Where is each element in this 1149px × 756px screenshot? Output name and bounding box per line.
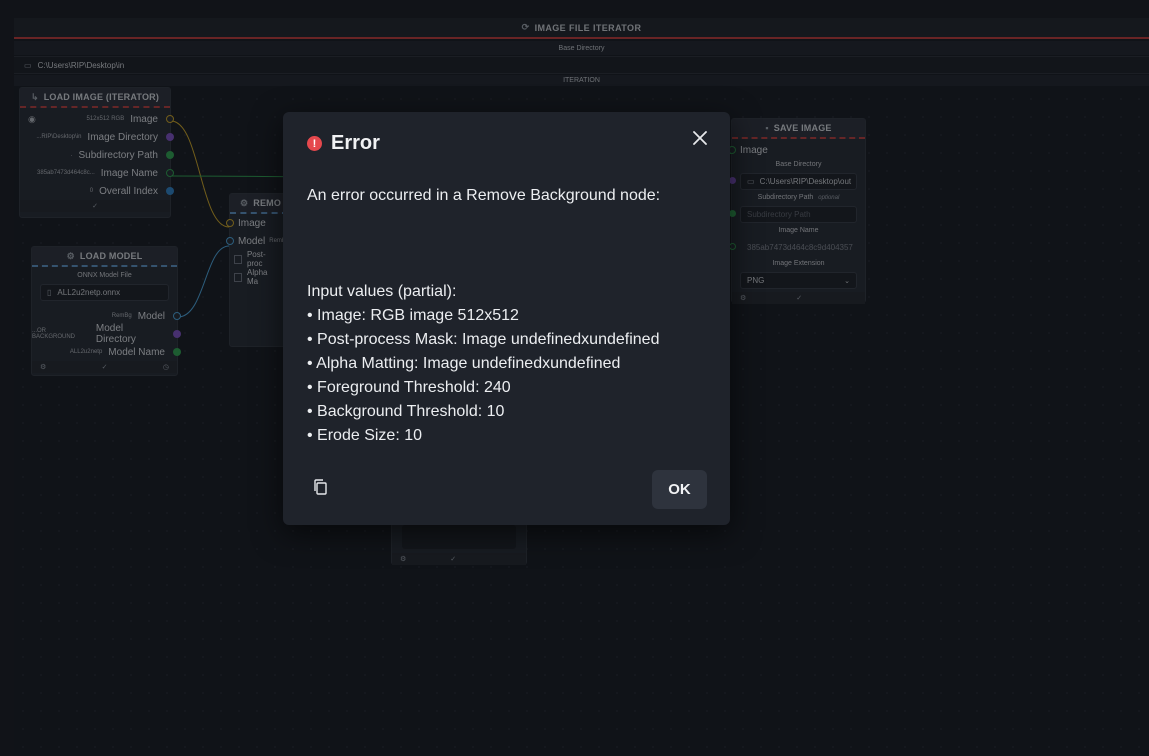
error-icon: ! [307, 136, 322, 151]
input-values-header: Input values (partial): [307, 283, 457, 300]
close-icon [693, 131, 707, 145]
input-value-item: • Background Threshold: 10 [307, 403, 505, 420]
input-value-item: • Image: RGB image 512x512 [307, 307, 519, 324]
dialog-title: ! Error [307, 132, 380, 155]
input-value-item: • Erode Size: 10 [307, 427, 422, 444]
dialog-body: An error occurred in a Remove Background… [307, 184, 707, 448]
close-button[interactable] [688, 126, 712, 150]
input-value-item: • Foreground Threshold: 240 [307, 379, 511, 396]
copy-button[interactable] [313, 479, 329, 497]
input-value-item: • Alpha Matting: Image undefinedxundefin… [307, 355, 621, 372]
copy-icon [314, 479, 327, 495]
ok-button[interactable]: OK [652, 470, 707, 509]
input-value-item: • Post-process Mask: Image undefinedxund… [307, 331, 660, 348]
error-dialog: ! Error An error occurred in a Remove Ba… [283, 112, 730, 525]
error-message: An error occurred in a Remove Background… [307, 187, 661, 204]
